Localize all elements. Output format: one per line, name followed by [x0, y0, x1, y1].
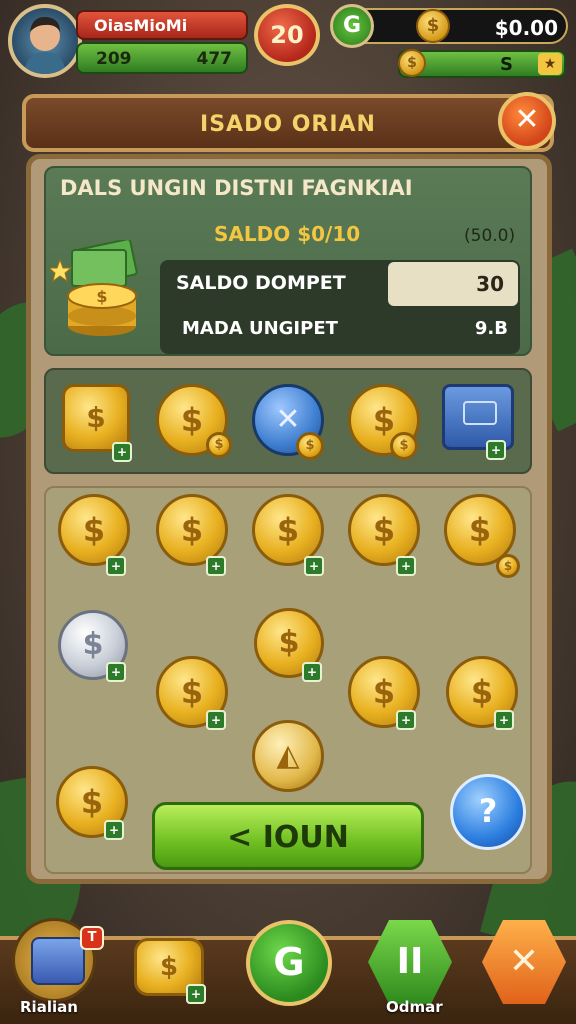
small-coin-icon: $ — [296, 432, 324, 460]
plus-icon: + — [186, 984, 206, 1004]
xp-bar: 209 477 — [76, 42, 248, 74]
plus-icon: + — [304, 556, 324, 576]
plus-icon: + — [486, 440, 506, 460]
panel-heading: DALS UNGIN DISTNI FAGNKIAI — [60, 176, 413, 200]
nav-left-label: Rialian — [20, 998, 78, 1016]
plus-icon: + — [106, 662, 126, 682]
xp-right-value: 477 — [196, 49, 233, 69]
plus-icon: + — [302, 662, 322, 682]
saldo-dompet-value-box: 30 — [388, 262, 518, 306]
xp-left-value: 209 — [96, 49, 132, 69]
mada-ungipet-row: MADA UNGIPET 9.B — [160, 310, 520, 350]
g-button[interactable]: G — [330, 4, 374, 48]
saldo-dompet-label: SALDO DOMPET — [176, 272, 346, 294]
mada-ungipet-value: 9.B — [474, 318, 508, 339]
plus-icon: + — [106, 556, 126, 576]
notification-badge: T — [80, 926, 104, 950]
blue-action-button[interactable]: ? — [450, 774, 526, 850]
saldo-dompet-row: SALDO DOMPET 30 — [160, 262, 520, 306]
avatar-portrait-icon — [24, 16, 66, 74]
shell-coin-item[interactable]: ◭ — [252, 720, 324, 792]
saldo-right-value: (50.0) — [464, 226, 516, 246]
plus-icon: + — [112, 442, 132, 462]
plus-icon: + — [494, 710, 514, 730]
small-coin-icon: $ — [206, 432, 232, 458]
title-banner: ISADO ORIAN — [22, 94, 554, 152]
saldo-line: SALDO $0/10 — [214, 222, 361, 246]
svg-text:$: $ — [96, 287, 107, 306]
panel-title: ISADO ORIAN — [200, 112, 376, 137]
money-stack-icon: $ — [50, 240, 138, 336]
plus-icon: + — [396, 556, 416, 576]
nav-refresh-button[interactable]: G — [246, 920, 332, 1006]
player-name-bar: OiasMioMi — [76, 10, 248, 40]
small-coin-icon: $ — [398, 49, 426, 77]
small-coin-icon: $ — [390, 432, 418, 460]
join-button-label: < IOUN — [227, 820, 349, 855]
nav-center-label: Odmar — [386, 998, 443, 1016]
player-name: OiasMioMi — [94, 16, 188, 35]
saldo-dompet-value: 30 — [476, 272, 504, 296]
plus-icon: + — [206, 710, 226, 730]
plus-icon: + — [104, 820, 124, 840]
sub-currency-bar[interactable]: $ S ★ — [398, 49, 566, 78]
star-icon[interactable]: ★ — [538, 53, 562, 75]
join-button[interactable]: < IOUN — [152, 802, 424, 870]
mada-ungipet-label: MADA UNGIPET — [182, 318, 338, 339]
level-badge[interactable]: 20 — [254, 4, 320, 66]
coin-icon: $ — [416, 9, 450, 43]
plus-icon: + — [396, 710, 416, 730]
small-coin-icon: $ — [496, 554, 520, 578]
chest-icon — [31, 937, 85, 985]
sub-balance: S — [500, 54, 513, 75]
player-avatar[interactable] — [8, 4, 82, 78]
close-button[interactable]: ✕ — [498, 92, 556, 150]
main-balance: $0.00 — [494, 16, 558, 40]
plus-icon: + — [206, 556, 226, 576]
